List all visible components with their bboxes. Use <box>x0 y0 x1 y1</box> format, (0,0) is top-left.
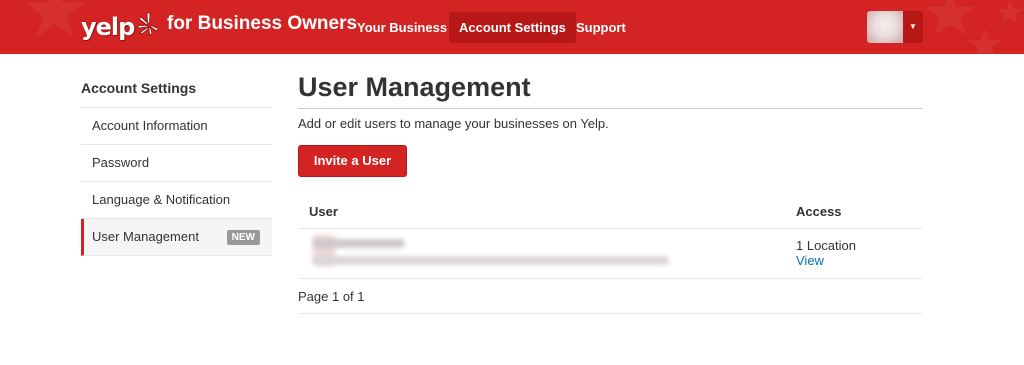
access-value: 1 Location <box>796 238 856 253</box>
column-header-access: Access <box>796 204 842 219</box>
sidebar-item-label: Account Information <box>92 118 208 133</box>
sidebar-title: Account Settings <box>81 80 197 96</box>
sidebar-item-label: User Management <box>92 229 199 244</box>
nav-support[interactable]: Support <box>566 12 636 43</box>
column-header-user: User <box>309 204 338 219</box>
sidebar-item-label: Password <box>92 155 150 170</box>
invite-user-button[interactable]: Invite a User <box>298 145 407 177</box>
table-divider <box>298 278 922 279</box>
new-badge: NEW <box>226 230 260 245</box>
user-email-redacted <box>313 256 669 265</box>
yelp-logo[interactable]: yelp <box>81 7 160 47</box>
caret-down-icon[interactable]: ▼ <box>903 11 923 43</box>
sidebar-item-label: Language & Notification <box>92 192 231 207</box>
sidebar-item-account-information[interactable]: Account Information <box>81 108 272 145</box>
nav-account-settings[interactable]: Account Settings <box>449 12 576 43</box>
sidebar-item-user-management[interactable]: User Management NEW <box>81 219 272 256</box>
pagination-status: Page 1 of 1 <box>298 289 365 304</box>
table-divider <box>298 228 922 229</box>
nav-your-business[interactable]: Your Business <box>347 12 457 43</box>
table-divider <box>298 313 922 314</box>
avatar[interactable] <box>867 11 903 43</box>
sidebar-item-language-notification[interactable]: Language & Notification <box>81 182 272 219</box>
title-divider <box>298 108 922 109</box>
yelp-wordmark: yelp <box>81 13 135 41</box>
page-description: Add or edit users to manage your busines… <box>298 116 609 131</box>
user-name-redacted <box>313 239 405 248</box>
sidebar-menu: Account Information Password Language & … <box>81 107 272 256</box>
account-menu[interactable]: ▼ <box>867 11 923 43</box>
page-title: User Management <box>298 72 531 102</box>
business-owners-subtitle: for Business Owners <box>167 13 358 34</box>
yelp-burst-icon <box>137 12 159 35</box>
top-navigation-bar: yelp for Business Owners Your Business A… <box>0 0 1024 54</box>
view-access-link[interactable]: View <box>796 253 824 268</box>
sidebar-item-password[interactable]: Password <box>81 145 272 182</box>
